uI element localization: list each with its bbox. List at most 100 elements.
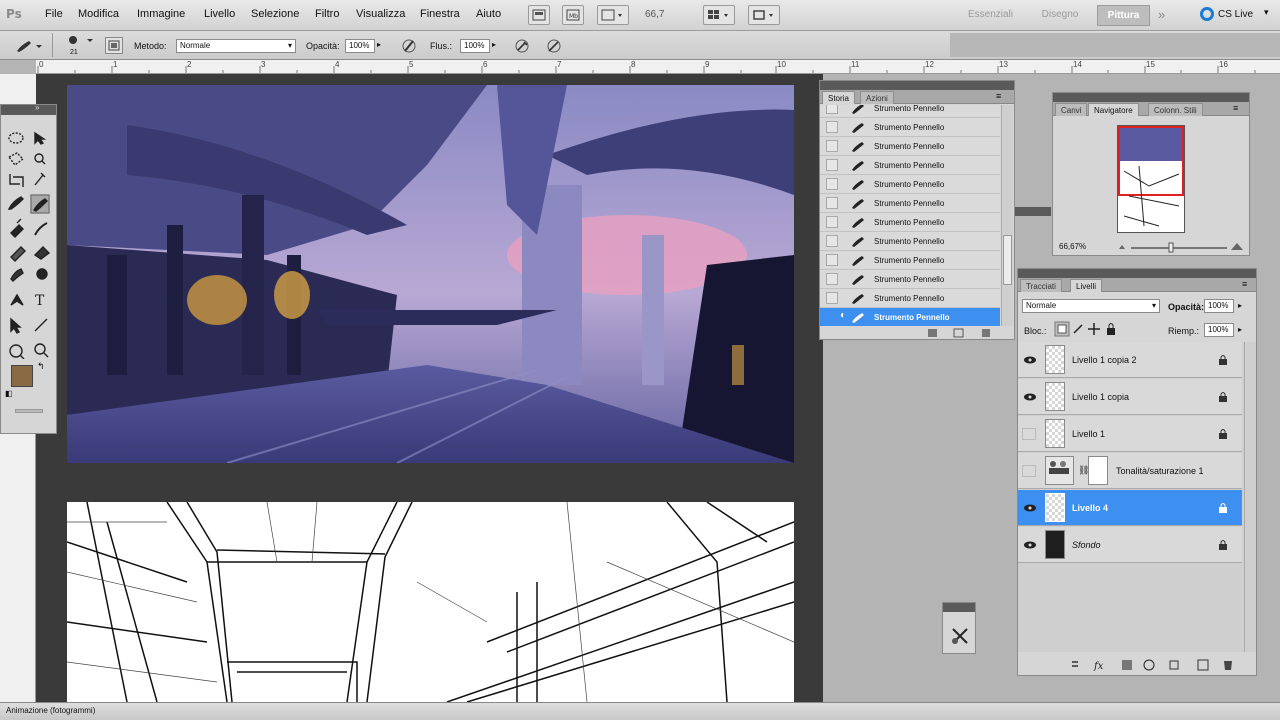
tab-azioni[interactable]: Azioni — [860, 91, 894, 104]
workspace-pittura[interactable]: Pittura — [1097, 5, 1150, 26]
layer-fill-input[interactable]: 100% — [1204, 323, 1234, 337]
history-snapshot-checkbox[interactable] — [826, 140, 838, 152]
flow-dropdown-icon[interactable]: ▸ — [492, 40, 496, 49]
default-colors-icon[interactable]: ◧ — [5, 389, 13, 398]
history-snapshot-checkbox[interactable] — [826, 105, 838, 114]
screen-mode-button[interactable] — [748, 5, 780, 25]
history-item[interactable]: Strumento Pennello — [820, 194, 1000, 213]
tool-preset-picker[interactable] — [14, 37, 42, 55]
tab-tracciati[interactable]: Tracciati — [1020, 279, 1062, 292]
floating-panel-header[interactable] — [943, 603, 975, 612]
menu-modifica[interactable]: Modifica — [78, 8, 119, 20]
mini-bridge-button[interactable]: Mb — [562, 5, 584, 25]
history-item[interactable]: Strumento Pennello — [820, 213, 1000, 232]
panel-menu-icon[interactable]: ≡ — [996, 91, 1001, 101]
history-snapshot-checkbox[interactable] — [826, 216, 838, 228]
eye-icon[interactable] — [1022, 539, 1038, 551]
quick-mask-button[interactable] — [15, 409, 43, 413]
tab-colonn-stili[interactable]: Colonn. Stili — [1148, 103, 1203, 116]
history-scrollbar[interactable] — [1001, 105, 1013, 326]
opacity-input[interactable]: 100% — [345, 39, 375, 53]
menu-aiuto[interactable]: Aiuto — [476, 8, 501, 20]
menu-selezione[interactable]: Selezione — [251, 8, 299, 20]
history-snapshot-checkbox[interactable] — [826, 273, 838, 285]
pressure-opacity-toggle[interactable] — [399, 37, 419, 55]
tools-panel-header[interactable]: » — [1, 103, 56, 115]
menu-filtro[interactable]: Filtro — [315, 8, 339, 20]
layers-scrollbar[interactable] — [1244, 342, 1256, 652]
painting-image[interactable] — [67, 85, 794, 463]
navigator-thumbnail[interactable] — [1117, 125, 1185, 233]
layer-row-selected[interactable]: Livello 4 — [1018, 490, 1242, 526]
history-item[interactable]: Strumento Pennello — [820, 105, 1000, 118]
history-item[interactable]: Strumento Pennello — [820, 251, 1000, 270]
visibility-toggle-empty[interactable] — [1022, 428, 1036, 440]
panel-menu-icon[interactable]: ≡ — [1233, 103, 1238, 113]
zoom-level-field[interactable]: 66,7 — [645, 9, 681, 23]
opacity-dropdown-icon[interactable]: ▸ — [377, 40, 381, 49]
flow-input[interactable]: 100% — [460, 39, 490, 53]
navigator-zoom-slider[interactable] — [1115, 241, 1247, 253]
history-item[interactable]: Strumento Pennello — [820, 232, 1000, 251]
eye-icon[interactable] — [1022, 354, 1038, 366]
animation-panel-tab[interactable]: Animazione (fotogrammi) — [6, 706, 95, 715]
workspace-essenziali[interactable]: Essenziali — [958, 5, 1023, 26]
history-snapshot-checkbox[interactable] — [826, 159, 838, 171]
history-item[interactable]: Strumento Pennello — [820, 156, 1000, 175]
scrollbar-thumb[interactable] — [1003, 235, 1012, 285]
airbrush-toggle[interactable] — [512, 37, 532, 55]
layers-panel-header[interactable] — [1018, 269, 1256, 278]
menu-visualizza[interactable]: Visualizza — [356, 8, 405, 20]
history-item[interactable]: Strumento Pennello — [820, 175, 1000, 194]
layer-opacity-dropdown-icon[interactable]: ▸ — [1238, 301, 1242, 310]
menu-file[interactable]: File — [45, 8, 63, 20]
arrange-documents-button[interactable] — [703, 5, 735, 25]
tab-storia[interactable]: Storia — [822, 91, 855, 104]
history-item[interactable]: Strumento Pennello — [820, 118, 1000, 137]
history-snapshot-checkbox[interactable] — [826, 178, 838, 190]
layer-opacity-input[interactable]: 100% — [1204, 299, 1234, 313]
sketch-image[interactable] — [67, 502, 794, 702]
visibility-toggle-empty[interactable] — [1022, 465, 1036, 477]
view-extras-button[interactable] — [597, 5, 629, 25]
bridge-button[interactable] — [528, 5, 550, 25]
workspace-disegno[interactable]: Disegno — [1030, 5, 1090, 26]
tool-presets-icon[interactable] — [949, 625, 971, 647]
layer-row[interactable]: Livello 1 copia 2 — [1018, 342, 1242, 378]
history-item[interactable]: Strumento Pennello — [820, 289, 1000, 308]
layer-mask-thumbnail[interactable] — [1088, 456, 1108, 485]
tab-navigatore[interactable]: Navigatore — [1088, 103, 1139, 116]
collapsed-panel-header[interactable] — [1015, 207, 1051, 216]
history-snapshot-checkbox[interactable] — [826, 235, 838, 247]
collapse-icon[interactable]: » — [35, 103, 39, 112]
history-snapshot-checkbox[interactable] — [826, 292, 838, 304]
fill-dropdown-icon[interactable]: ▸ — [1238, 325, 1242, 334]
pressure-size-toggle[interactable] — [544, 37, 564, 55]
history-panel-header[interactable] — [820, 81, 1014, 90]
history-snapshot-checkbox[interactable] — [826, 254, 838, 266]
history-item[interactable]: Strumento Pennello — [820, 137, 1000, 156]
menu-immagine[interactable]: Immagine — [137, 8, 185, 20]
foreground-color-swatch[interactable] — [11, 365, 33, 387]
history-item[interactable]: Strumento Pennello — [820, 270, 1000, 289]
cs-live-button[interactable]: CS Live — [1218, 9, 1253, 20]
tab-livelli[interactable]: Livelli — [1070, 279, 1103, 292]
layer-row[interactable]: Sfondo — [1018, 527, 1242, 563]
menu-livello[interactable]: Livello — [204, 8, 235, 20]
history-snapshot-checkbox[interactable] — [826, 197, 838, 209]
navigator-zoom-value[interactable]: 66,67% — [1059, 242, 1086, 251]
blend-mode-select[interactable]: Normale ▾ — [176, 39, 296, 53]
more-workspaces-icon[interactable]: » — [1158, 7, 1165, 22]
history-item-selected[interactable]: ◐ Strumento Pennello — [820, 308, 1000, 326]
menu-finestra[interactable]: Finestra — [420, 8, 460, 20]
navigator-panel-header[interactable] — [1053, 93, 1249, 102]
swap-colors-icon[interactable]: ↰ — [37, 361, 45, 372]
layer-row[interactable]: Livello 1 — [1018, 416, 1242, 452]
history-snapshot-checkbox[interactable] — [826, 121, 838, 133]
brush-panel-toggle[interactable] — [105, 37, 123, 54]
layer-row[interactable]: Livello 1 copia — [1018, 379, 1242, 415]
panel-menu-icon[interactable]: ≡ — [1242, 279, 1247, 289]
eye-icon[interactable] — [1022, 391, 1038, 403]
eye-icon[interactable] — [1022, 502, 1038, 514]
adjustment-layer-row[interactable]: ⛓ Tonalità/saturazione 1 — [1018, 453, 1242, 489]
